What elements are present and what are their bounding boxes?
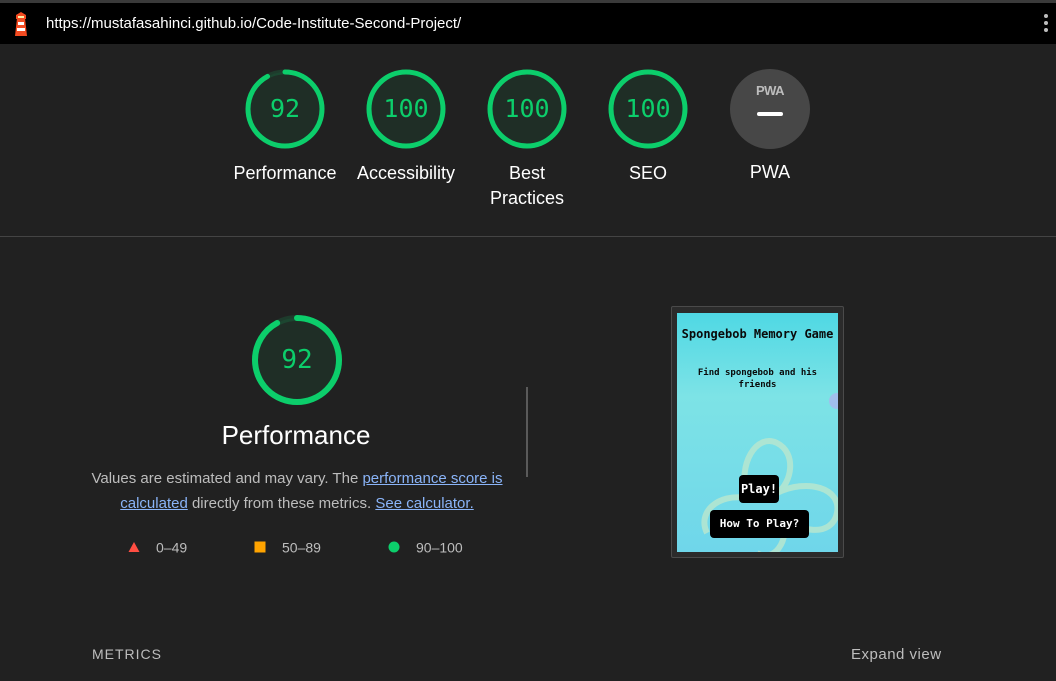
gauge-label: PWA xyxy=(749,162,791,182)
gauge-performance[interactable]: 92 Performance xyxy=(225,68,345,186)
metrics-heading: METRICS xyxy=(92,646,162,662)
vertical-divider xyxy=(526,387,528,477)
performance-score: 92 xyxy=(281,345,313,375)
legend-average: 50–89 xyxy=(254,538,321,555)
gauge-score: 100 xyxy=(625,94,671,123)
game-title: Spongebob Memory Game xyxy=(681,327,834,341)
see-calculator-link[interactable]: See calculator. xyxy=(375,495,473,512)
pwa-badge-text: PWA xyxy=(755,83,785,98)
gauge-score: 100 xyxy=(504,94,550,123)
browser-top-bar: https://mustafasahinci.github.io/Code-In… xyxy=(0,0,1056,44)
play-button: Play! xyxy=(739,475,779,503)
fail-triangle-icon xyxy=(128,542,140,553)
performance-gauge: 92 xyxy=(251,314,343,406)
pwa-badge-icon: PWA xyxy=(730,69,810,149)
legend-fail: 0–49 xyxy=(128,538,187,555)
description-text: Values are estimated and may vary. The xyxy=(91,470,363,487)
gauge-best-practices[interactable]: 100 Best Practices xyxy=(467,68,587,211)
pass-circle-icon xyxy=(388,541,400,553)
gauge-label: SEO xyxy=(628,163,667,183)
page-url[interactable]: https://mustafasahinci.github.io/Code-In… xyxy=(46,15,461,32)
gauge-score: 100 xyxy=(383,94,429,123)
average-square-icon xyxy=(254,541,266,553)
lighthouse-icon xyxy=(15,12,27,36)
gauge-label: Accessibility xyxy=(356,163,456,183)
legend-range: 50–89 xyxy=(282,539,321,556)
gauge-seo[interactable]: 100 SEO xyxy=(588,68,708,186)
legend-range: 90–100 xyxy=(416,539,463,556)
gauge-score: 92 xyxy=(269,94,301,123)
gauge-pwa[interactable]: PWA PWA xyxy=(710,68,830,185)
more-vert-icon[interactable] xyxy=(1042,14,1050,36)
gauge-label: Performance xyxy=(233,163,337,183)
legend-range: 0–49 xyxy=(156,539,188,556)
legend-pass: 90–100 xyxy=(388,538,463,555)
gauge-label: Best Practices xyxy=(489,163,565,208)
expand-view-toggle[interactable]: Expand view xyxy=(851,646,942,663)
how-to-play-button: How To Play? xyxy=(710,510,809,538)
section-divider xyxy=(0,236,1056,237)
screenshot-viewport: Spongebob Memory Game Find spongebob and… xyxy=(677,313,838,552)
performance-title: Performance xyxy=(221,420,371,450)
game-subtitle: Find spongebob and his friends xyxy=(697,368,818,390)
dash-icon xyxy=(757,112,783,116)
gauge-accessibility[interactable]: 100 Accessibility xyxy=(346,68,466,186)
final-screenshot[interactable]: Spongebob Memory Game Find spongebob and… xyxy=(671,306,844,558)
description-text: directly from these metrics. xyxy=(187,495,376,512)
performance-description: Values are estimated and may vary. The p… xyxy=(90,466,504,516)
